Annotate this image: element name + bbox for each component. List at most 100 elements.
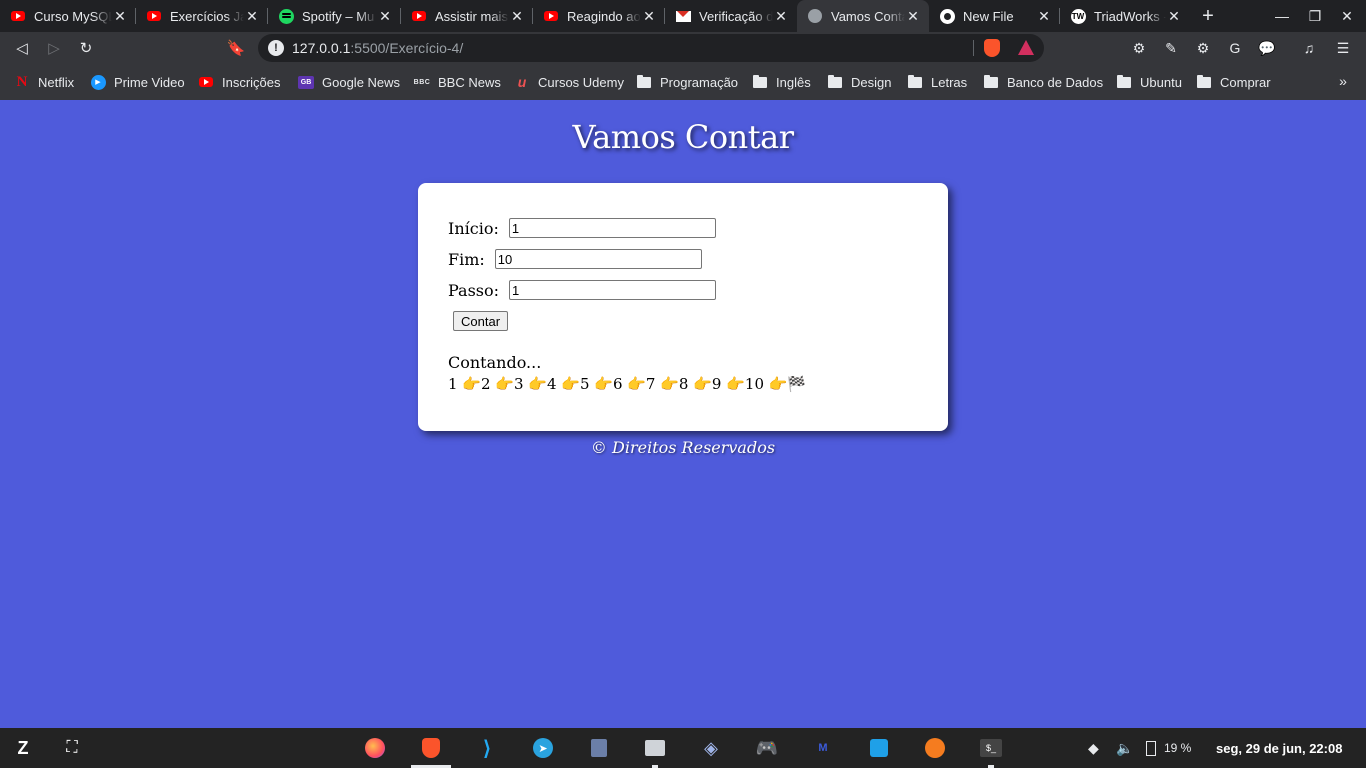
tab-new-file[interactable]: New File ✕ <box>929 0 1060 32</box>
files-icon[interactable] <box>643 736 667 760</box>
fim-label: Fim: <box>448 249 485 269</box>
app-icon[interactable] <box>587 736 611 760</box>
folder-icon <box>1116 74 1132 90</box>
close-icon[interactable]: ✕ <box>905 8 921 24</box>
close-icon[interactable]: ✕ <box>377 8 393 24</box>
back-button[interactable]: ◁ <box>10 36 34 60</box>
youtube-icon <box>198 74 214 90</box>
result-label: Contando... <box>448 353 542 372</box>
close-window-button[interactable]: ✕ <box>1335 6 1359 26</box>
telegram-icon[interactable]: ➤ <box>531 736 555 760</box>
folder-icon <box>1196 74 1212 90</box>
tab-assistir[interactable]: Assistir mais ✕ <box>401 0 533 32</box>
prime-video-icon: ▶ <box>90 74 106 90</box>
tab-verificacao[interactable]: Verificação d ✕ <box>665 0 797 32</box>
volume-icon[interactable]: 🔈 <box>1116 728 1133 768</box>
youtube-icon <box>543 8 559 24</box>
reload-button[interactable]: ↻ <box>74 36 98 60</box>
tab-title: Spotify – Mu <box>302 8 375 24</box>
battery-icon <box>1146 740 1156 756</box>
bookmark-design[interactable]: Design <box>827 64 891 100</box>
clock[interactable]: seg, 29 de jun, 22:08 <box>1216 728 1342 768</box>
counter-card: Início: Fim: Passo: Contar Contando... 1… <box>418 183 948 431</box>
more-bookmarks-chevron-icon[interactable]: » <box>1334 70 1352 92</box>
chat-extension-icon[interactable]: 💬 <box>1258 40 1276 56</box>
google-translate-icon[interactable]: G <box>1226 40 1244 56</box>
bookmark-programacao[interactable]: Programação <box>636 64 738 100</box>
bookmark-letras[interactable]: Letras <box>907 64 967 100</box>
inicio-input[interactable] <box>508 218 716 238</box>
tab-reagindo[interactable]: Reagindo aos ✕ <box>533 0 665 32</box>
bbc-icon: BBC <box>413 78 431 86</box>
close-icon[interactable]: ✕ <box>641 8 657 24</box>
updater-icon[interactable] <box>923 736 947 760</box>
bookmarks-bar: N Netflix ▶ Prime Video Inscrições GB Googl… <box>0 64 1366 100</box>
software-store-icon[interactable] <box>867 736 891 760</box>
bookmark-banco-de-dados[interactable]: Banco de Dados <box>983 64 1103 100</box>
extension-icon[interactable]: ⚙ <box>1130 40 1148 56</box>
tab-title: New File <box>963 8 1014 24</box>
bookmark-google-news[interactable]: GB Google News <box>298 64 400 100</box>
firefox-icon[interactable] <box>363 736 387 760</box>
network-app-icon[interactable]: ◈ <box>699 736 723 760</box>
close-icon[interactable]: ✕ <box>773 8 789 24</box>
tab-exercicios[interactable]: Exercícios Ja ✕ <box>136 0 268 32</box>
close-icon[interactable]: ✕ <box>244 8 260 24</box>
bookmark-prime-video[interactable]: ▶ Prime Video <box>90 64 185 100</box>
bookmark-ingles[interactable]: Inglês <box>752 64 811 100</box>
bookmark-comprar[interactable]: Comprar <box>1196 64 1271 100</box>
mfe-app-icon[interactable]: M <box>811 736 835 760</box>
menu-icon[interactable]: ☰ <box>1334 40 1352 56</box>
zorin-menu-icon[interactable]: Z <box>11 736 35 760</box>
tab-title: Exercícios Ja <box>170 8 244 24</box>
contar-button[interactable]: Contar <box>453 311 509 331</box>
site-info-icon[interactable]: ! <box>268 40 284 56</box>
fim-row: Fim: <box>448 249 702 269</box>
tab-strip: Curso MySQL ✕ Exercícios Ja ✕ Spotify – … <box>0 0 1366 32</box>
terminal-icon[interactable]: $_ <box>979 736 1003 760</box>
bookmark-icon[interactable]: 🔖 <box>224 36 248 60</box>
close-icon[interactable]: ✕ <box>509 8 525 24</box>
folder-icon <box>907 74 923 90</box>
settings-gear-icon[interactable]: ⚙ <box>1194 40 1212 56</box>
inicio-row: Início: <box>448 218 716 238</box>
tab-title: Verificação d <box>699 8 773 24</box>
extension-pen-icon[interactable]: ✎ <box>1162 40 1180 56</box>
google-news-icon: GB <box>298 74 314 90</box>
bookmark-cursos-udemy[interactable]: u Cursos Udemy <box>514 64 624 100</box>
address-bar[interactable]: ! 127.0.0.1:5500/Exercício-4/ <box>258 34 1044 62</box>
url-text: 127.0.0.1:5500/Exercício-4/ <box>292 40 464 56</box>
tab-title: Reagindo aos <box>567 8 641 24</box>
workspaces-icon[interactable]: ⛶ <box>60 736 84 760</box>
netflix-icon: N <box>16 73 28 90</box>
result-sequence: 1 👉2 👉3 👉4 👉5 👉6 👉7 👉8 👉9 👉10 👉🏁 <box>448 375 807 393</box>
taskbar: Z ⛶ ⟩ ➤ ◈ 🎮 M $_ ◆ 🔈 19 % seg, 29 de jun… <box>0 728 1366 768</box>
bookmark-ubuntu[interactable]: Ubuntu <box>1116 64 1182 100</box>
tab-vamos-contar[interactable]: Vamos Conta ✕ <box>797 0 929 32</box>
games-icon[interactable]: 🎮 <box>755 736 779 760</box>
new-tab-button[interactable]: + <box>1196 4 1220 28</box>
tab-triadworks[interactable]: TW TriadWorks - ✕ <box>1060 0 1190 32</box>
bookmark-bbc-news[interactable]: BBC BBC News <box>414 64 501 100</box>
battery-indicator[interactable]: 19 % <box>1146 728 1191 768</box>
forward-button[interactable]: ▷ <box>42 36 66 60</box>
brave-shields-icon[interactable] <box>984 39 1000 57</box>
tab-spotify[interactable]: Spotify – Mu ✕ <box>268 0 401 32</box>
fim-input[interactable] <box>494 249 702 269</box>
restore-button[interactable]: ❐ <box>1303 6 1327 26</box>
brave-browser-icon[interactable] <box>419 736 443 760</box>
minimize-button[interactable]: ― <box>1270 6 1294 26</box>
tab-title: TriadWorks - <box>1094 8 1166 24</box>
tab-curso-mysql[interactable]: Curso MySQL ✕ <box>0 0 136 32</box>
media-controls-icon[interactable]: ♫ <box>1300 40 1318 56</box>
brave-rewards-icon[interactable] <box>1018 40 1034 55</box>
bookmark-netflix[interactable]: N Netflix <box>14 64 75 100</box>
close-icon[interactable]: ✕ <box>112 8 128 24</box>
bookmark-inscricoes[interactable]: Inscrições <box>198 64 281 100</box>
gmail-icon <box>675 8 691 24</box>
vscode-icon[interactable]: ⟩ <box>475 736 499 760</box>
close-icon[interactable]: ✕ <box>1036 8 1052 24</box>
wifi-icon[interactable]: ◆ <box>1088 728 1099 768</box>
close-icon[interactable]: ✕ <box>1166 8 1182 24</box>
passo-input[interactable] <box>509 280 717 300</box>
